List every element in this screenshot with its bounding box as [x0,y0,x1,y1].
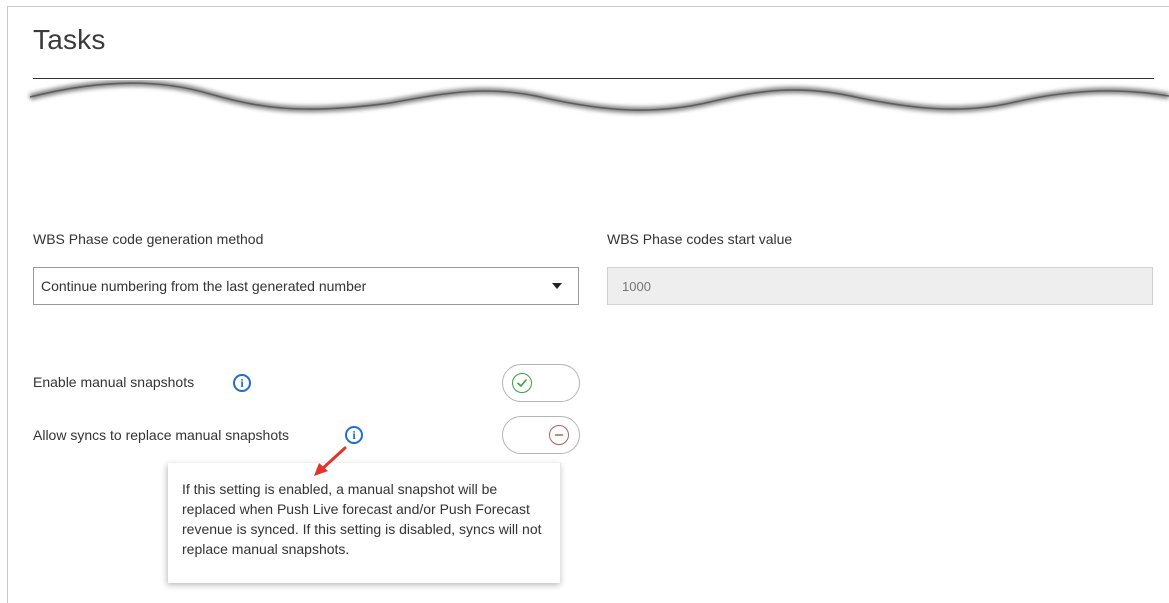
check-circle-icon [512,373,532,393]
wbs-method-value: Continue numbering from the last generat… [41,278,367,294]
wbs-start-label: WBS Phase codes start value [607,231,793,247]
info-icon[interactable]: i [233,374,251,392]
minus-circle-icon [549,425,569,445]
syncs-replace-toggle[interactable] [502,416,580,454]
info-tooltip: If this setting is enabled, a manual sna… [168,463,561,583]
wbs-start-input[interactable] [607,267,1153,305]
wbs-method-label: WBS Phase code generation method [33,231,264,247]
page-title: Tasks [33,24,106,55]
annotation-arrow-icon [314,446,347,476]
caret-down-icon[interactable] [552,283,562,289]
torn-edge-divider [29,80,1169,114]
tooltip-text: If this setting is enabled, a manual sna… [182,481,542,557]
wbs-method-select[interactable]: Continue numbering from the last generat… [33,267,579,305]
title-divider [33,78,1154,79]
syncs-replace-label: Allow syncs to replace manual snapshots [33,427,290,443]
manual-snapshots-label: Enable manual snapshots [33,374,195,390]
manual-snapshots-toggle[interactable] [502,364,580,402]
